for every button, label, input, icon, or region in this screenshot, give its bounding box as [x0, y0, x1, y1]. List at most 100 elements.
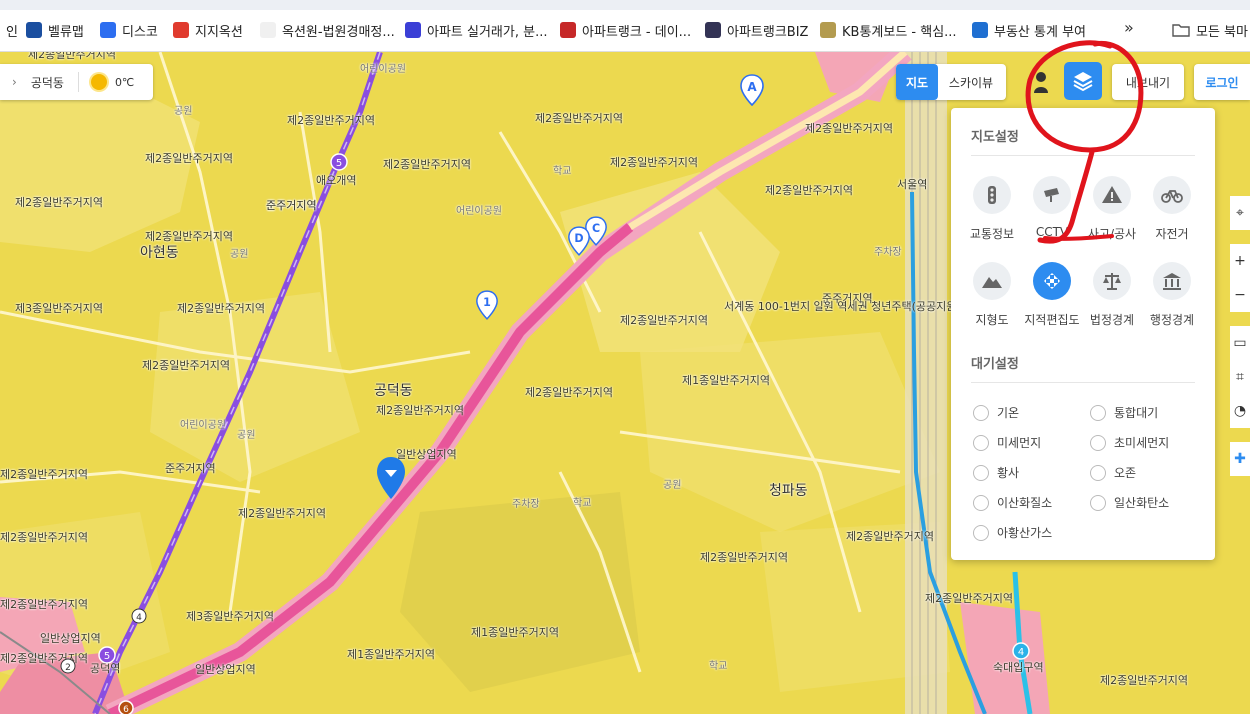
bookmark-item[interactable]: 아파트랭크 - 데이...	[560, 18, 691, 42]
map-marker-label: 1	[483, 296, 491, 309]
location-weather-chip[interactable]: › 공덕동 0℃	[0, 64, 153, 100]
map-option-scale[interactable]: 법정경계	[1081, 262, 1143, 328]
air-option-radio[interactable]: 초미세먼지	[1090, 434, 1169, 451]
map-option-cctv[interactable]: CCTV	[1021, 176, 1083, 239]
map-marker-label: A	[747, 80, 757, 94]
bookmark-item[interactable]: 아파트 실거래가, 분...	[405, 18, 547, 42]
metro-line-5-badge: 5	[330, 153, 348, 171]
streetview-button[interactable]	[1024, 64, 1058, 100]
air-option-radio[interactable]: 이산화질소	[973, 494, 1052, 511]
air-option-label: 미세먼지	[997, 436, 1042, 450]
cctv-icon	[1044, 188, 1059, 202]
reb-icon	[972, 22, 988, 38]
bookmark-item[interactable]: 지지옥션	[173, 18, 243, 42]
map-label: 제2종일반주거지역	[700, 551, 788, 564]
air-settings-title: 대기설정	[971, 357, 1019, 372]
map-label: 제3종일반주거지역	[15, 302, 103, 315]
map-label: 제2종일반주거지역	[142, 359, 230, 372]
traffic-light-icon	[988, 186, 996, 204]
air-option-radio[interactable]: 오존	[1090, 464, 1136, 481]
crosshair-icon: ⌖	[1236, 205, 1244, 221]
map-label: 서계동 100-1번지 일원 역세권 청년주택(공공지원	[724, 300, 957, 313]
map-label: 제3종일반주거지역	[186, 610, 274, 623]
layer-settings-button[interactable]	[1064, 62, 1102, 100]
radio-circle	[1090, 404, 1106, 421]
my-location-button[interactable]: ⌖	[1230, 196, 1250, 230]
bookmark-item[interactable]: 인	[0, 18, 18, 42]
map-pin-1[interactable]: 1	[475, 290, 499, 320]
kb-icon	[820, 22, 836, 38]
air-option-radio[interactable]: 통합대기	[1090, 404, 1158, 421]
air-option-radio[interactable]: 황사	[973, 464, 1019, 481]
bookmark-label: 인	[6, 24, 18, 40]
metro-badge-label: 4	[1018, 647, 1024, 658]
bookmarks-bar: 인 벨류맵 디스코 지지옥션 옥션원-법원경매정... 아파트 실거래가, 분... 아파트…	[0, 0, 1250, 52]
r-icon	[560, 22, 576, 38]
bookmark-item[interactable]: 옥션원-법원경매정...	[260, 18, 395, 42]
map-label: 숙대입구역	[993, 661, 1044, 674]
map-pin-d[interactable]: D	[567, 226, 591, 256]
air-option-label: 이산화질소	[997, 496, 1053, 510]
add-pin-button[interactable]: ✚	[1230, 442, 1250, 476]
map-pin-a[interactable]: A	[739, 74, 765, 106]
air-option-radio[interactable]: 미세먼지	[973, 434, 1041, 451]
export-button[interactable]: 내보내기	[1112, 64, 1184, 100]
zoom-out-button[interactable]: −	[1230, 278, 1250, 312]
map-label: 제2종일반주거지역	[376, 404, 464, 417]
folder-icon	[1172, 24, 1190, 37]
air-option-radio[interactable]: 아황산가스	[973, 524, 1052, 541]
map-label: 제2종일반주거지역	[145, 152, 233, 165]
map-option-government[interactable]: 행정경계	[1141, 262, 1203, 328]
air-option-label: 황사	[997, 466, 1020, 480]
bookmark-item[interactable]: 아파트랭크BIZ	[705, 18, 808, 42]
bookmark-item[interactable]: 디스코	[100, 18, 158, 42]
air-option-label: 통합대기	[1114, 406, 1159, 420]
bookmark-item[interactable]: KB통계보드 - 핵심...	[820, 18, 957, 42]
metro-line-5-badge: 5	[98, 646, 116, 664]
map-option-warning[interactable]: 사고/공사	[1081, 176, 1143, 242]
bookmark-item[interactable]: 벨류맵	[26, 18, 84, 42]
radio-circle	[973, 524, 989, 541]
bookmark-label: 옥션원-법원경매정...	[282, 24, 395, 40]
map-view-button[interactable]: 지도	[896, 64, 938, 100]
bookmark-label: 아파트랭크BIZ	[727, 24, 809, 40]
map-label: 제2종일반주거지역	[805, 122, 893, 135]
bookmark-item[interactable]: 부동산 통계 부여	[972, 18, 1086, 42]
scale-icon	[1103, 273, 1121, 290]
bookmarks-overflow-button[interactable]: »	[1124, 18, 1134, 37]
exit-number-badge: 2	[60, 658, 76, 674]
map-option-traffic-light[interactable]: 교통정보	[961, 176, 1023, 242]
ruler-icon: ▭	[1233, 335, 1247, 351]
map-label: 주차장	[512, 499, 540, 510]
zoom-in-button[interactable]: +	[1230, 244, 1250, 278]
map-label: 일반상업지역	[40, 632, 101, 645]
map-label: 공원	[237, 430, 256, 441]
bookmarks-folder[interactable]: 모든 북마	[1172, 18, 1248, 42]
map-option-bicycle[interactable]: 자전거	[1141, 176, 1203, 242]
map-label: 제2종일반주거지역	[765, 184, 853, 197]
map-label: 공원	[663, 480, 682, 491]
metro-badge-label: 4	[136, 613, 142, 623]
map-option-mountain[interactable]: 지형도	[961, 262, 1023, 328]
ruler-button[interactable]: ▭	[1230, 326, 1250, 360]
login-button[interactable]: 로그인	[1194, 64, 1250, 100]
map-label: 제2종일반주거지역	[383, 158, 471, 171]
map-label: 학교	[709, 661, 728, 672]
layers-icon	[1073, 72, 1093, 92]
air-option-radio[interactable]: 기온	[973, 404, 1019, 421]
skyview-button[interactable]: 스카이뷰	[938, 64, 1004, 100]
map-label: 학교	[573, 498, 592, 509]
browser-tab-strip	[0, 0, 1250, 10]
bookmark-label: 지지옥션	[195, 24, 243, 40]
radius-button[interactable]: ◔	[1230, 394, 1250, 428]
map-label: 제2종일반주거지역	[28, 52, 116, 61]
map-option-label: 행정경계	[1149, 313, 1195, 327]
current-location-pin[interactable]	[375, 456, 407, 500]
option-circle	[1093, 176, 1131, 214]
hogangnono-icon	[405, 22, 421, 38]
air-option-radio[interactable]: 일산화탄소	[1090, 494, 1169, 511]
map-label: 제2종일반주거지역	[525, 386, 613, 399]
radio-circle	[973, 404, 989, 421]
map-option-cadastral[interactable]: 지적편집도	[1021, 262, 1083, 328]
area-button[interactable]: ⌗	[1230, 360, 1250, 394]
